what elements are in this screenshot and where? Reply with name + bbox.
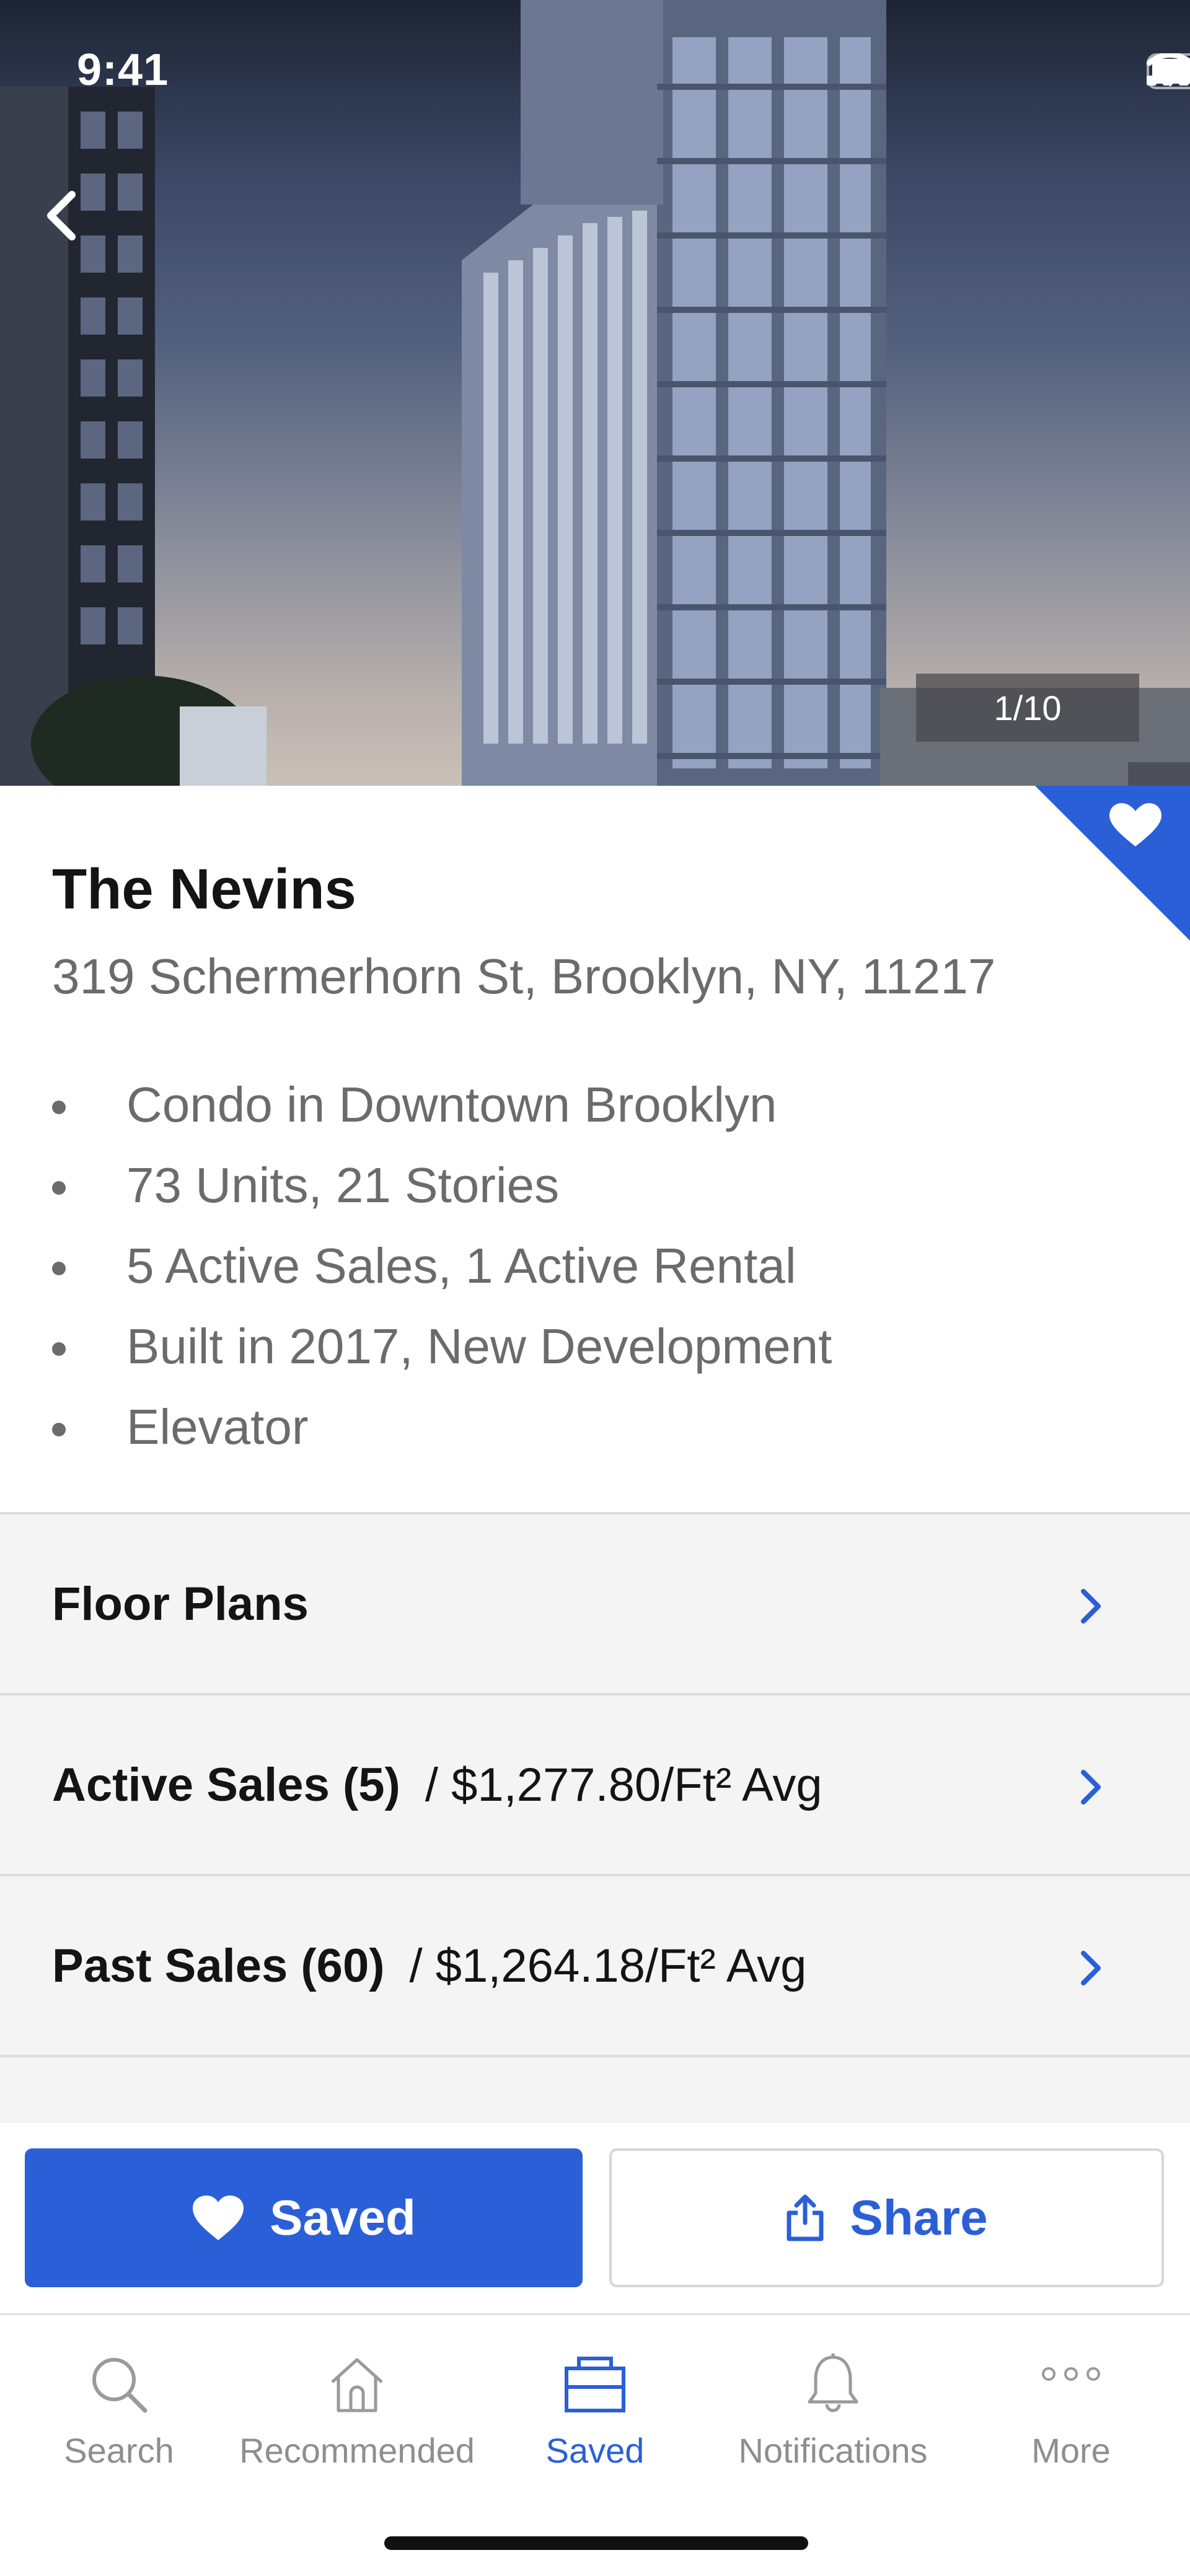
home-indicator [384, 2536, 808, 2550]
favorite-ribbon[interactable] [1035, 786, 1190, 941]
chevron-right-icon [1081, 1589, 1101, 1624]
chevron-right-icon [1081, 1951, 1101, 1985]
building-photo [0, 0, 1190, 786]
saved-icon [565, 2357, 625, 2412]
fact-item: 5 Active Sales, 1 Active Rental [52, 1226, 832, 1306]
tab-label: Search [64, 2431, 174, 2470]
more-icon [1042, 2367, 1100, 2381]
building-name: The Nevins [52, 858, 356, 921]
fact-item: 73 Units, 21 Stories [52, 1145, 832, 1226]
row-active-sales[interactable]: Active Sales (5) / $1,277.80/Ft² Avg [0, 1695, 1190, 1876]
row-floor-plans[interactable]: Floor Plans [0, 1514, 1190, 1695]
hero-photo[interactable]: 9:41 1/10 [0, 0, 1190, 786]
building-details: The Nevins 319 Schermerhorn St, Brooklyn… [0, 786, 1190, 1512]
tab-more[interactable]: More [952, 2334, 1190, 2495]
bell-icon [808, 2354, 858, 2412]
tab-label: Saved [545, 2431, 645, 2470]
home-icon [331, 2358, 383, 2412]
battery-icon [1147, 53, 1190, 89]
fact-item: Elevator [52, 1387, 832, 1467]
fact-item: Condo in Downtown Brooklyn [52, 1065, 832, 1145]
tab-bar: Search Recommended Saved Notifications M… [0, 2313, 1190, 2576]
photo-counter: 1/10 [916, 674, 1139, 742]
tab-notifications[interactable]: Notifications [714, 2334, 952, 2495]
building-facts: Condo in Downtown Brooklyn 73 Units, 21 … [52, 1065, 832, 1467]
tab-label: Recommended [239, 2431, 475, 2470]
search-icon [92, 2358, 148, 2413]
share-button-label: Share [850, 2190, 988, 2245]
row-price-avg: / $1,264.18/Ft² Avg [409, 1939, 807, 1992]
row-past-sales[interactable]: Past Sales (60) / $1,264.18/Ft² Avg [0, 1876, 1190, 2057]
row-label: Active Sales (5) [52, 1758, 400, 1811]
detail-rows: Floor Plans Active Sales (5) / $1,277.80… [0, 1512, 1190, 2123]
row-label: Past Sales (60) [52, 1939, 385, 1992]
saved-button[interactable]: Saved [25, 2148, 583, 2287]
tab-label: Notifications [738, 2431, 928, 2470]
fact-item: Built in 2017, New Development [52, 1306, 832, 1387]
back-button[interactable] [43, 191, 105, 253]
share-button[interactable]: Share [609, 2148, 1164, 2287]
tab-search[interactable]: Search [0, 2334, 238, 2495]
share-icon [787, 2194, 824, 2241]
status-time: 9:41 [77, 45, 169, 95]
chevron-right-icon [1081, 1770, 1101, 1805]
building-address: 319 Schermerhorn St, Brooklyn, NY, 11217 [52, 949, 996, 1004]
row-label: Floor Plans [52, 1577, 309, 1630]
heart-icon [193, 2196, 244, 2240]
tab-label: More [1031, 2431, 1111, 2470]
action-bar: Saved Share [0, 2123, 1190, 2313]
tab-recommended[interactable]: Recommended [238, 2334, 476, 2495]
chevron-left-icon [47, 191, 76, 240]
tab-saved[interactable]: Saved [476, 2334, 714, 2495]
saved-button-label: Saved [270, 2190, 416, 2245]
row-price-avg: / $1,277.80/Ft² Avg [425, 1758, 822, 1811]
